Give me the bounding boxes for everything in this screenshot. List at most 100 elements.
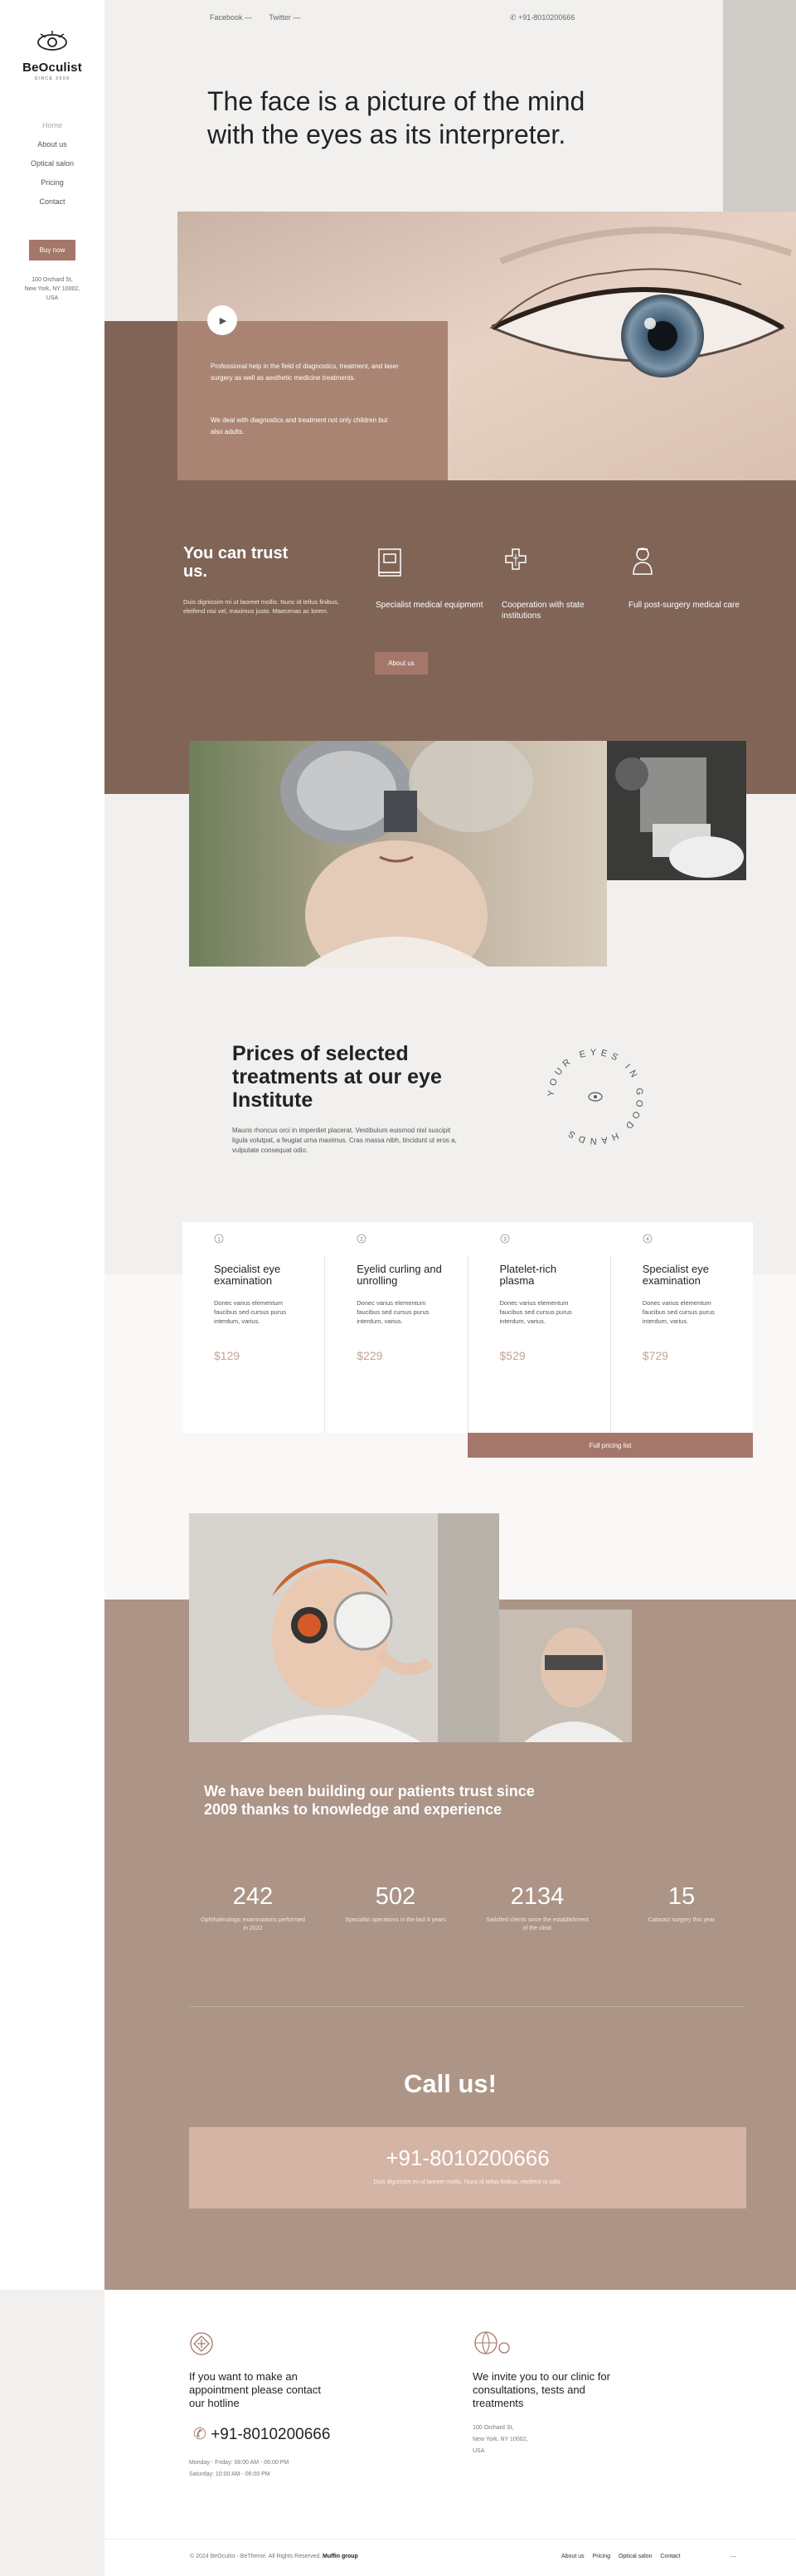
top-phone[interactable]: ✆ +91-8010200666 bbox=[510, 13, 575, 22]
play-icon: ▶ bbox=[219, 315, 227, 326]
card-number: 2 bbox=[361, 1238, 364, 1243]
card-title: Platelet-rich plasma bbox=[499, 1263, 557, 1287]
stat-item: 2134 Satisfied clients since the establi… bbox=[483, 1883, 591, 1933]
card-price: $529 bbox=[499, 1349, 526, 1362]
stat-item: 242 Ophthalmologic examinations performe… bbox=[199, 1883, 307, 1933]
number-3-icon: 3 bbox=[500, 1234, 509, 1244]
stat-label: Ophthalmologic examinations performed in… bbox=[201, 1917, 305, 1931]
footer-link-about-us[interactable]: About us bbox=[561, 2554, 585, 2559]
good-hands-stamp: YOUR EYES IN GOOD HANDS bbox=[546, 1048, 641, 1146]
price-card[interactable]: 2 Eyelid curling and unrolling Donec var… bbox=[325, 1234, 468, 1433]
feature-label: Specialist medical equipment bbox=[376, 601, 483, 610]
stat-item: 15 Cataract surgery this year bbox=[628, 1883, 735, 1925]
hours-weekday: Monday - Friday: 08:00 AM - 06:00 PM bbox=[189, 2460, 289, 2466]
play-video-button[interactable]: ▶ bbox=[207, 305, 237, 335]
top-phone-number: +91-8010200666 bbox=[518, 13, 575, 22]
price-card[interactable]: 1 Specialist eye examination Donec variu… bbox=[182, 1234, 326, 1433]
hero-text: We deal with diagnostics and treatment n… bbox=[211, 416, 388, 436]
brand-name[interactable]: BeOculist bbox=[0, 61, 104, 75]
feature-item: Full post-surgery medical care bbox=[629, 544, 745, 611]
footer-link-pricing[interactable]: Pricing bbox=[593, 2554, 610, 2559]
eye-icon bbox=[588, 1092, 603, 1102]
nav-item-pricing[interactable]: Pricing bbox=[0, 178, 104, 187]
call-description: Duis dignissim mi ut laoreet mollis. Nun… bbox=[373, 2179, 562, 2185]
feature-label: Full post-surgery medical care bbox=[629, 601, 740, 610]
card-description: Donec varius elementum faucibus sed curs… bbox=[214, 1299, 287, 1325]
nav-item-home[interactable]: Home bbox=[0, 121, 104, 129]
footer-address: 100 Orchard St, New York, NY 10002, USA bbox=[473, 2423, 527, 2457]
lab-microscope-photo bbox=[607, 741, 746, 880]
about-us-button[interactable]: About us bbox=[375, 652, 428, 674]
twitter-link[interactable]: Twitter — bbox=[269, 13, 300, 22]
full-pricing-button[interactable]: Full pricing list bbox=[468, 1433, 753, 1458]
nav-item-contact[interactable]: Contact bbox=[0, 197, 104, 206]
price-cards: 1 Specialist eye examination Donec variu… bbox=[182, 1222, 753, 1433]
price-card[interactable]: 3 Platelet-rich plasma Donec varius elem… bbox=[468, 1234, 611, 1433]
feature-item: Cooperation with state institutions bbox=[502, 544, 618, 621]
card-number: 3 bbox=[503, 1238, 507, 1243]
trust-title: You can trust us. bbox=[183, 544, 289, 581]
eye-exam-photo bbox=[189, 741, 607, 967]
call-phone-box[interactable]: +91-8010200666 Duis dignissim mi ut laor… bbox=[189, 2127, 746, 2208]
hours-saturday: Saturday: 10:00 AM - 06:00 PM bbox=[189, 2471, 270, 2477]
hero-title: The face is a picture of the mind with t… bbox=[207, 86, 585, 149]
buy-now-button[interactable]: Buy now bbox=[28, 240, 76, 261]
opening-hours: Monday - Friday: 08:00 AM - 06:00 PM Sat… bbox=[189, 2457, 289, 2481]
footer-link-contact[interactable]: Contact bbox=[660, 2554, 680, 2559]
number-2-icon: 2 bbox=[357, 1234, 366, 1244]
address-line: New York, NY 10002, bbox=[473, 2437, 528, 2442]
feature-label: Cooperation with state institutions bbox=[502, 601, 585, 621]
social-links: Facebook — Twitter — bbox=[210, 13, 315, 22]
prices-description: Mauris rhoncus orci in imperdiet placera… bbox=[232, 1127, 457, 1154]
footer-phone-number: +91-8010200666 bbox=[211, 2426, 331, 2443]
number-1-icon: 1 bbox=[214, 1234, 224, 1244]
medical-cross-icon bbox=[190, 2332, 213, 2355]
facebook-link[interactable]: Facebook — bbox=[210, 13, 252, 22]
card-title: Specialist eye examination bbox=[642, 1263, 709, 1287]
address-line: USA bbox=[46, 295, 59, 301]
stat-label: Specialist operations in the last 4 year… bbox=[345, 1917, 446, 1923]
nav-item-about-us[interactable]: About us bbox=[0, 140, 104, 149]
card-number: 1 bbox=[217, 1238, 221, 1243]
copyright-text: © 2024 BeOculist - BeTheme. All Rights R… bbox=[190, 2554, 322, 2559]
clinic-globe-icon bbox=[474, 2331, 510, 2354]
call-us-title: Call us! bbox=[404, 2069, 497, 2098]
main-nav: Home About us Optical salon Pricing Cont… bbox=[0, 121, 104, 206]
footer-phone[interactable]: ✆ +91-8010200666 bbox=[193, 2425, 330, 2444]
card-title: Eyelid curling and unrolling bbox=[357, 1263, 442, 1287]
stat-number: 242 bbox=[232, 1883, 274, 1910]
hero-info-card bbox=[177, 321, 448, 480]
stat-number: 2134 bbox=[510, 1883, 565, 1910]
optometrist-photo bbox=[499, 1609, 632, 1742]
card-description: Donec varius elementum faucibus sed curs… bbox=[357, 1299, 430, 1325]
call-phone-number[interactable]: +91-8010200666 bbox=[189, 2127, 746, 2171]
price-card[interactable]: 4 Specialist eye examination Donec variu… bbox=[611, 1234, 753, 1433]
footer-link-optical-salon[interactable]: Optical salon bbox=[619, 2554, 652, 2559]
stat-item: 502 Specialist operations in the last 4 … bbox=[342, 1883, 449, 1925]
hero-decor-strip bbox=[723, 0, 796, 212]
card-number: 4 bbox=[646, 1238, 649, 1243]
trust-description: Duis dignissim mi ut laoreet mollis. Nun… bbox=[183, 598, 339, 615]
sidebar: BeOculist SINCE 2009 Home About us Optic… bbox=[0, 0, 104, 2290]
number-4-icon: 4 bbox=[643, 1234, 653, 1244]
cooperation-icon bbox=[505, 548, 527, 570]
card-price: $129 bbox=[214, 1349, 240, 1362]
copyright-brand-link[interactable]: Muffin group bbox=[323, 2554, 358, 2559]
scroll-top-button[interactable]: — bbox=[730, 2553, 736, 2560]
stat-number: 15 bbox=[667, 1883, 696, 1910]
card-title: Specialist eye examination bbox=[214, 1263, 281, 1287]
address-line: 100 Orchard St, bbox=[473, 2425, 514, 2431]
copyright: © 2024 BeOculist - BeTheme. All Rights R… bbox=[190, 2554, 358, 2559]
phone-icon: ✆ bbox=[193, 2426, 211, 2443]
card-description: Donec varius elementum faucibus sed curs… bbox=[499, 1299, 572, 1325]
section-divider bbox=[189, 2006, 745, 2007]
address-line: New York, NY 10002, bbox=[24, 286, 80, 292]
phone-icon: ✆ bbox=[510, 13, 519, 22]
equipment-icon bbox=[378, 548, 401, 577]
doctor-icon bbox=[633, 548, 653, 575]
card-description: Donec varius elementum faucibus sed curs… bbox=[642, 1299, 715, 1325]
eye-logo-icon[interactable] bbox=[34, 30, 70, 53]
hero-text: Professional help in the field of diagno… bbox=[211, 363, 399, 382]
stat-number: 502 bbox=[375, 1883, 416, 1910]
nav-item-optical-salon[interactable]: Optical salon bbox=[0, 159, 104, 168]
